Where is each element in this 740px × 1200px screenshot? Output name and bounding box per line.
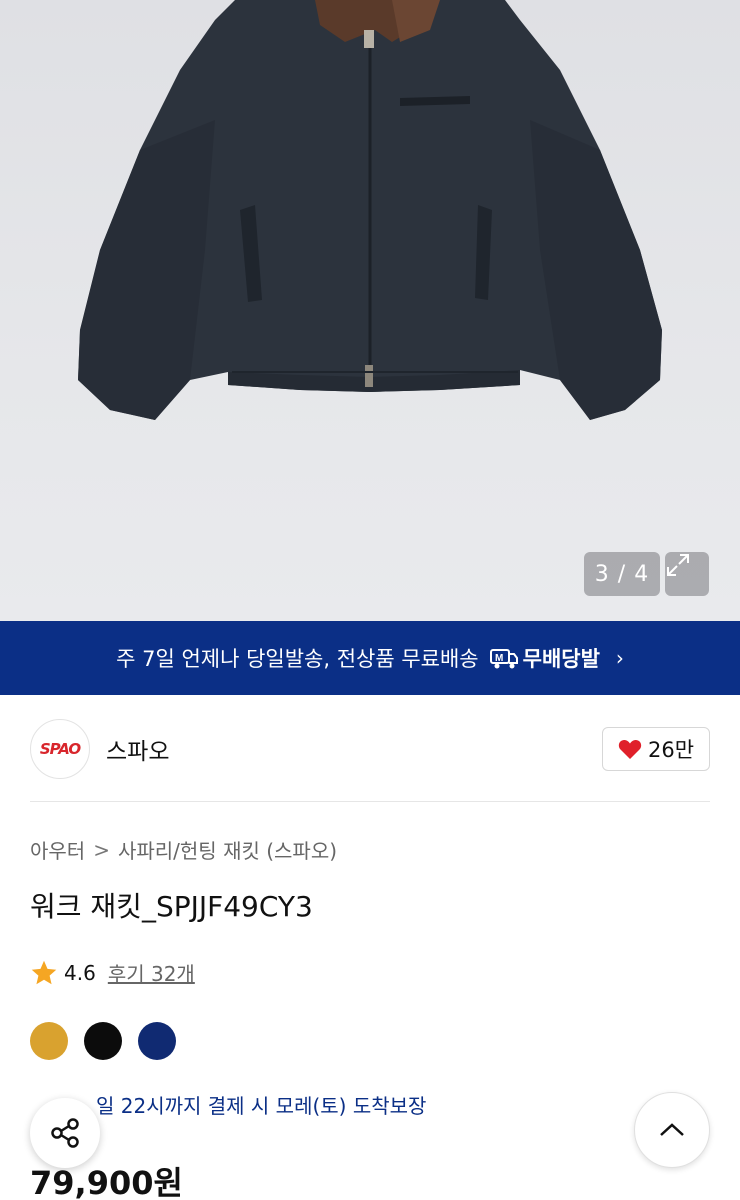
rating-row: 4.6 후기 32개	[30, 958, 195, 987]
heart-icon	[618, 739, 642, 759]
color-swatch-black[interactable]	[84, 1022, 122, 1060]
banner-brand-label: 무배당발	[522, 647, 600, 671]
breadcrumb-category[interactable]: 아우터	[30, 835, 85, 864]
divider	[30, 801, 710, 802]
breadcrumb: 아우터 > 사파리/헌팅 재킷 (스파오)	[30, 835, 337, 864]
brand-row[interactable]: SPAO 스파오 26만	[30, 717, 710, 781]
brand-name[interactable]: 스파오	[106, 732, 169, 766]
chevron-right-icon: ›	[615, 646, 624, 670]
delivery-text: 일 22시까지 결제 시 모레(토) 도착보장	[96, 1094, 427, 1118]
star-icon	[31, 960, 57, 984]
reviews-link[interactable]: 후기 32개	[108, 958, 195, 987]
share-icon	[51, 1118, 79, 1148]
expand-button[interactable]	[665, 552, 709, 596]
product-title: 워크 재킷_SPJJF49CY3	[30, 890, 313, 923]
breadcrumb-separator-icon: >	[93, 837, 110, 862]
like-button[interactable]: 26만	[602, 727, 710, 771]
color-swatches	[30, 1022, 176, 1060]
scroll-top-button[interactable]	[634, 1092, 710, 1168]
product-price: 79,900원	[30, 1164, 183, 1200]
banner-text: 주 7일 언제나 당일발송, 전상품 무료배송	[116, 647, 479, 671]
svg-text:M: M	[495, 653, 503, 664]
expand-icon	[667, 554, 689, 576]
jacket-illustration	[78, 0, 662, 420]
truck-icon: M	[489, 649, 518, 669]
chevron-up-icon	[660, 1123, 684, 1136]
like-count: 26만	[647, 738, 695, 762]
color-swatch-navy[interactable]	[138, 1022, 176, 1060]
banner-brandmark: M 무배당발	[489, 643, 600, 673]
rating-score: 4.6	[64, 960, 96, 985]
brand-logo-text: SPAO	[39, 740, 81, 758]
image-counter: 3 / 4	[584, 552, 660, 596]
breadcrumb-subcategory[interactable]: 사파리/헌팅 재킷 (스파오)	[118, 835, 337, 864]
brand-logo[interactable]: SPAO	[30, 719, 90, 779]
color-swatch-mustard[interactable]	[30, 1022, 68, 1060]
shipping-banner[interactable]: 주 7일 언제나 당일발송, 전상품 무료배송 M 무배당발 ›	[0, 621, 740, 695]
product-image[interactable]: 3 / 4	[0, 0, 740, 621]
